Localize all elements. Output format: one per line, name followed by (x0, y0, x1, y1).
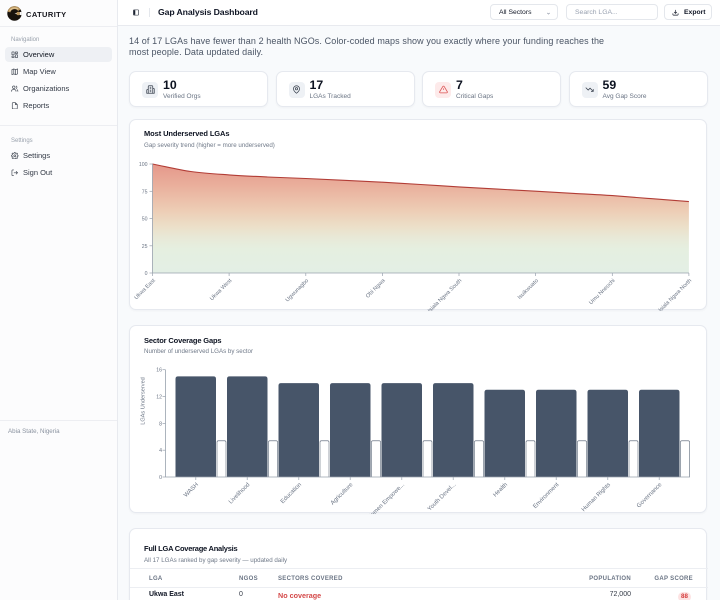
svg-text:Education: Education (280, 482, 303, 505)
svg-text:Isiala Ngwa North: Isiala Ngwa North (658, 278, 693, 311)
svg-text:Umu Nneochi: Umu Nneochi (588, 278, 616, 306)
svg-text:0: 0 (159, 475, 162, 481)
svg-text:Ugwunagbo: Ugwunagbo (285, 278, 310, 303)
svg-text:100: 100 (139, 162, 148, 168)
svg-text:LGAs Underserved: LGAs Underserved (141, 377, 147, 425)
svg-text:4: 4 (159, 448, 162, 454)
svg-text:Environment: Environment (532, 482, 560, 510)
svg-text:Youth Devel...: Youth Devel... (427, 482, 458, 513)
svg-text:WASH: WASH (183, 482, 200, 499)
svg-text:25: 25 (142, 244, 148, 250)
svg-text:Governance: Governance (636, 482, 664, 510)
svg-text:16: 16 (156, 368, 162, 374)
svg-text:Obi Ngwa: Obi Ngwa (365, 277, 387, 299)
svg-text:Health: Health (493, 482, 510, 499)
svg-text:Livelihood: Livelihood (228, 482, 251, 505)
svg-text:Agriculture: Agriculture (330, 482, 355, 507)
svg-text:75: 75 (142, 189, 148, 195)
svg-text:Ukwa East: Ukwa East (134, 278, 157, 301)
svg-text:Isiala Ngwa South: Isiala Ngwa South (427, 278, 463, 311)
svg-text:50: 50 (142, 217, 148, 223)
svg-text:Human Rights: Human Rights (581, 482, 612, 513)
svg-text:Ukwa West: Ukwa West (209, 278, 233, 302)
svg-text:Women Empowe...: Women Empowe... (366, 482, 406, 514)
svg-text:8: 8 (159, 421, 162, 427)
svg-text:12: 12 (156, 395, 162, 401)
svg-text:0: 0 (145, 271, 148, 277)
svg-text:Isuikwuato: Isuikwuato (517, 278, 540, 301)
